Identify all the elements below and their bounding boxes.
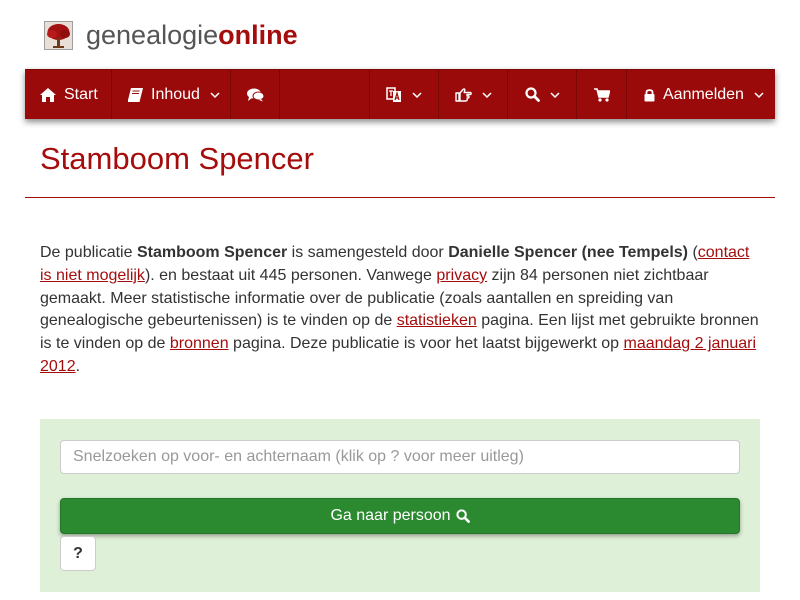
nav-language[interactable]: [370, 70, 439, 119]
intro-text: De publicatie: [40, 244, 137, 261]
author-name: Danielle Spencer (nee Tempels): [448, 244, 688, 261]
chevron-down-icon: [412, 91, 422, 98]
search-help-button[interactable]: ?: [60, 536, 96, 571]
nav-start[interactable]: Start: [25, 70, 112, 119]
comments-icon: [246, 88, 264, 101]
chevron-down-icon: [549, 91, 560, 98]
nav-spacer: [280, 70, 370, 119]
site-name-part1: genealogie: [86, 19, 219, 50]
nav-inhoud[interactable]: Inhoud: [112, 70, 231, 119]
chevron-down-icon: [481, 91, 492, 98]
nav-login-label: Aanmelden: [663, 85, 744, 103]
quick-search-panel: Ga naar persoon ?: [40, 419, 760, 592]
hand-pointer-icon: [454, 87, 472, 102]
title-divider: [25, 197, 775, 198]
nav-shop[interactable]: [577, 70, 627, 119]
sources-link[interactable]: bronnen: [170, 335, 229, 352]
privacy-link[interactable]: privacy: [436, 267, 487, 284]
statistics-link[interactable]: statistieken: [397, 312, 477, 329]
nav-forum[interactable]: [231, 70, 280, 119]
site-logo[interactable]: genealogieonline: [44, 17, 298, 53]
quick-search-input[interactable]: [60, 440, 740, 474]
nav-login[interactable]: Aanmelden: [627, 70, 775, 119]
page-title: Stamboom Spencer: [40, 141, 314, 176]
publication-intro: De publicatie Stamboom Spencer is sameng…: [40, 242, 765, 379]
nav-contribute[interactable]: [439, 70, 508, 119]
chevron-down-icon: [210, 91, 220, 98]
search-icon: [524, 87, 540, 102]
language-icon: [386, 86, 401, 102]
main-navbar: Start Inhoud Aanmelden: [25, 69, 775, 119]
intro-text: ). en bestaat uit 445 personen. Vanwege: [144, 266, 437, 284]
search-icon: [455, 509, 470, 523]
nav-search[interactable]: [508, 70, 577, 119]
intro-text: .: [75, 357, 81, 375]
nav-start-label: Start: [64, 85, 98, 103]
home-icon: [40, 87, 56, 102]
tree-logo-icon: [44, 20, 73, 50]
site-name-part2: online: [218, 19, 298, 50]
publication-name: Stamboom Spencer: [136, 244, 288, 261]
nav-inhoud-label: Inhoud: [151, 85, 200, 103]
shopping-cart-icon: [593, 87, 610, 102]
book-icon: [128, 87, 143, 102]
chevron-down-icon: [754, 91, 764, 98]
site-name: genealogieonline: [86, 20, 298, 51]
go-to-person-button[interactable]: Ga naar persoon: [60, 498, 740, 534]
go-to-person-label: Ga naar persoon: [330, 507, 451, 524]
intro-text: pagina. Deze publicatie is voor het laat…: [228, 335, 624, 353]
intro-text: is samengesteld door: [287, 244, 449, 261]
intro-text: (: [688, 244, 698, 261]
lock-icon: [644, 88, 655, 101]
